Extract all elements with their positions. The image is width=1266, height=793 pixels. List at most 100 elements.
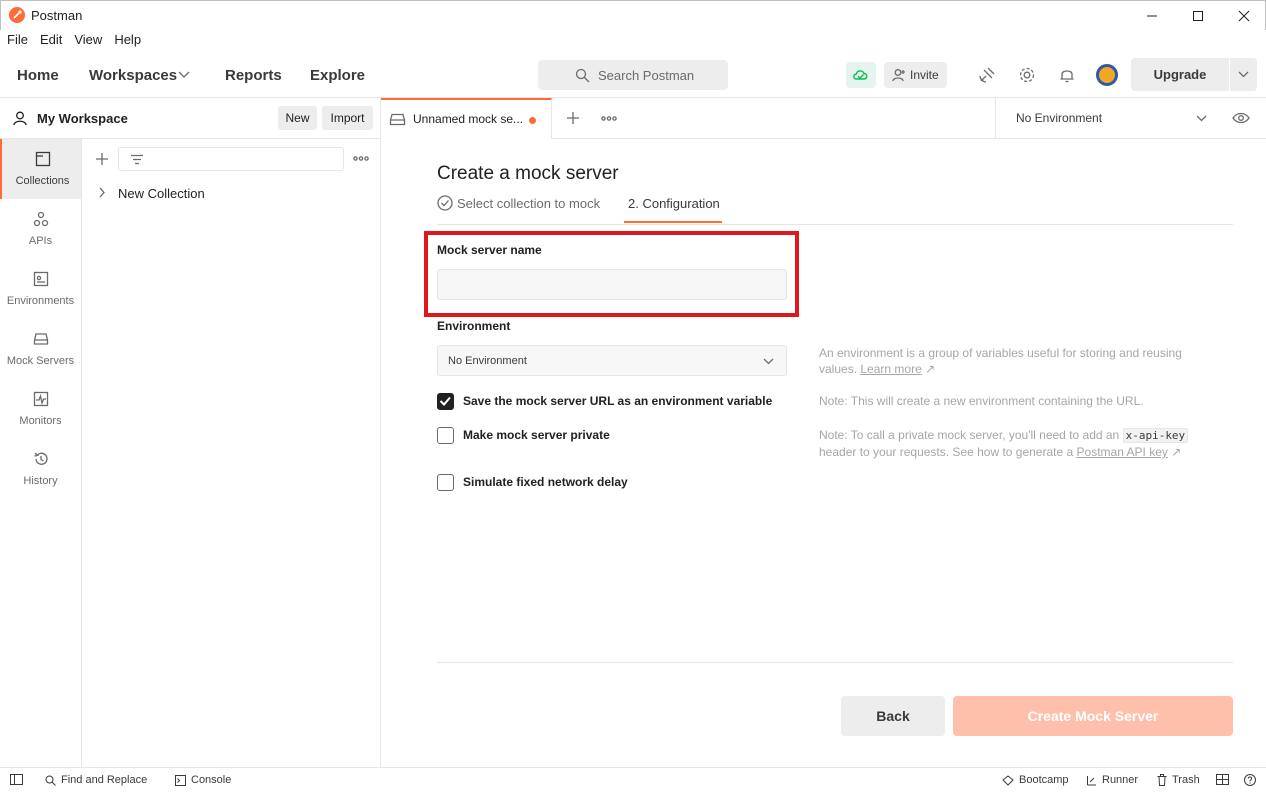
bootcamp-button[interactable]: Bootcamp bbox=[1002, 774, 1069, 786]
runner-button[interactable]: Runner bbox=[1086, 774, 1138, 786]
two-pane-icon bbox=[1216, 774, 1229, 785]
collections-icon bbox=[35, 151, 51, 167]
sidebar-rail: Collections APIs Environments Mock Serve… bbox=[0, 139, 82, 767]
monitors-icon bbox=[33, 391, 49, 407]
menu-edit[interactable]: Edit bbox=[40, 30, 62, 52]
chevron-right-icon[interactable] bbox=[98, 187, 106, 198]
nav-reports[interactable]: Reports bbox=[225, 67, 282, 84]
find-and-replace-button[interactable]: Find and Replace bbox=[45, 774, 147, 786]
environment-hint: An environment is a group of variables u… bbox=[819, 346, 1182, 376]
step-configuration[interactable]: 2. Configuration bbox=[628, 196, 720, 211]
find-and-replace-label: Find and Replace bbox=[61, 774, 148, 786]
toggle-sidebar-button[interactable] bbox=[10, 774, 28, 785]
postman-logo-icon bbox=[9, 7, 25, 23]
import-button[interactable]: Import bbox=[322, 106, 373, 130]
new-tab-plus-icon[interactable] bbox=[566, 111, 580, 125]
private-mock-checkbox[interactable] bbox=[437, 427, 454, 444]
menu-view[interactable]: View bbox=[74, 30, 102, 52]
sidebar-item-monitors[interactable]: Monitors bbox=[0, 379, 81, 439]
checkmark-icon bbox=[439, 396, 451, 406]
environment-selector-label: No Environment bbox=[1016, 111, 1103, 125]
sidebar-item-environments[interactable]: Environments bbox=[0, 259, 81, 319]
nav-explore[interactable]: Explore bbox=[310, 67, 365, 84]
collection-item-new-collection[interactable]: New Collection bbox=[118, 186, 205, 201]
settings-gear-icon[interactable] bbox=[1018, 66, 1036, 84]
runner-icon bbox=[1087, 775, 1096, 785]
trash-button[interactable]: Trash bbox=[1157, 774, 1200, 786]
postman-api-key-link[interactable]: Postman API key bbox=[1077, 445, 1168, 459]
unsaved-changes-dot bbox=[529, 117, 536, 124]
chevron-down-icon bbox=[1238, 71, 1249, 78]
trash-label: Trash bbox=[1172, 774, 1200, 786]
two-pane-view-button[interactable] bbox=[1216, 774, 1234, 785]
more-options-icon[interactable] bbox=[353, 156, 369, 161]
menu-file[interactable]: File bbox=[7, 30, 28, 52]
sidebar-item-apis[interactable]: APIs bbox=[0, 199, 81, 259]
environment-quick-look-eye-icon[interactable] bbox=[1232, 112, 1250, 124]
private-mock-label: Make mock server private bbox=[463, 428, 610, 442]
sidebar-toggle-icon bbox=[10, 774, 23, 785]
search-icon bbox=[575, 68, 590, 83]
satellite-icon[interactable] bbox=[978, 66, 996, 84]
create-mock-server-button[interactable]: Create Mock Server bbox=[953, 696, 1233, 736]
help-button[interactable] bbox=[1244, 774, 1261, 786]
invite-label: Invite bbox=[910, 68, 939, 82]
environment-dropdown[interactable]: No Environment bbox=[437, 345, 787, 376]
maximize-button[interactable] bbox=[1175, 1, 1221, 31]
mock-server-name-label: Mock server name bbox=[437, 243, 542, 257]
tab-options-icon[interactable] bbox=[601, 116, 617, 121]
console-label: Console bbox=[191, 774, 232, 786]
sidebar-item-history[interactable]: History bbox=[0, 439, 81, 499]
sidebar-item-collections[interactable]: Collections bbox=[0, 139, 81, 199]
close-button[interactable] bbox=[1221, 1, 1266, 31]
environment-hint-text-2: values. bbox=[819, 362, 858, 376]
page-title: Create a mock server bbox=[437, 163, 619, 184]
notifications-bell-icon[interactable] bbox=[1058, 66, 1076, 84]
user-avatar[interactable] bbox=[1096, 64, 1118, 86]
search-placeholder: Search Postman bbox=[598, 68, 695, 83]
back-button[interactable]: Back bbox=[841, 696, 945, 736]
bootcamp-icon bbox=[1002, 774, 1014, 786]
step-select-collection[interactable]: Select collection to mock bbox=[457, 196, 600, 211]
active-step-indicator bbox=[624, 221, 722, 223]
upgrade-button[interactable]: Upgrade bbox=[1131, 58, 1229, 91]
environment-selector[interactable]: No Environment bbox=[995, 98, 1266, 139]
invite-button[interactable]: Invite bbox=[884, 62, 947, 88]
save-url-hint: Note: This will create a new environment… bbox=[819, 394, 1144, 408]
tab-unnamed-mock-server[interactable]: Unnamed mock se... bbox=[381, 98, 552, 139]
new-button[interactable]: New bbox=[278, 106, 317, 130]
chevron-down-icon bbox=[1196, 115, 1207, 122]
save-url-checkbox[interactable] bbox=[437, 393, 454, 410]
upgrade-dropdown-button[interactable] bbox=[1230, 58, 1257, 91]
sidebar-item-label: Environments bbox=[6, 295, 75, 307]
network-delay-checkbox[interactable] bbox=[437, 474, 454, 491]
minimize-button[interactable] bbox=[1129, 1, 1175, 31]
mock-server-name-input[interactable] bbox=[437, 269, 787, 300]
tab-label: Unnamed mock se... bbox=[413, 112, 524, 126]
nav-workspaces[interactable]: Workspaces bbox=[89, 67, 177, 84]
sidebar-item-mock-servers[interactable]: Mock Servers bbox=[0, 319, 81, 379]
status-bar: Find and Replace Console Bootcamp Runner… bbox=[0, 767, 1266, 793]
title-bar: Postman bbox=[0, 0, 1266, 30]
collection-filter-input[interactable] bbox=[118, 147, 344, 171]
learn-more-link[interactable]: Learn more bbox=[860, 362, 921, 376]
console-button[interactable]: Console bbox=[175, 774, 231, 786]
history-icon bbox=[34, 452, 48, 465]
nav-home[interactable]: Home bbox=[17, 67, 59, 84]
filter-icon bbox=[131, 154, 143, 165]
sync-status-button[interactable] bbox=[846, 62, 876, 88]
environment-field-label: Environment bbox=[437, 319, 511, 333]
step-complete-check-icon bbox=[437, 195, 453, 211]
add-collection-icon[interactable] bbox=[95, 152, 109, 166]
workspace-name[interactable]: My Workspace bbox=[37, 111, 128, 126]
sidebar-item-label: History bbox=[23, 475, 58, 487]
chevron-down-icon bbox=[763, 358, 774, 365]
steps-divider bbox=[437, 224, 1233, 225]
apis-icon bbox=[33, 211, 49, 227]
cloud-check-icon bbox=[853, 70, 868, 80]
environments-icon bbox=[33, 271, 49, 287]
footer-divider bbox=[437, 662, 1233, 663]
save-url-label: Save the mock server URL as an environme… bbox=[463, 394, 773, 408]
menu-help[interactable]: Help bbox=[114, 30, 141, 52]
search-box[interactable]: Search Postman bbox=[538, 60, 728, 90]
